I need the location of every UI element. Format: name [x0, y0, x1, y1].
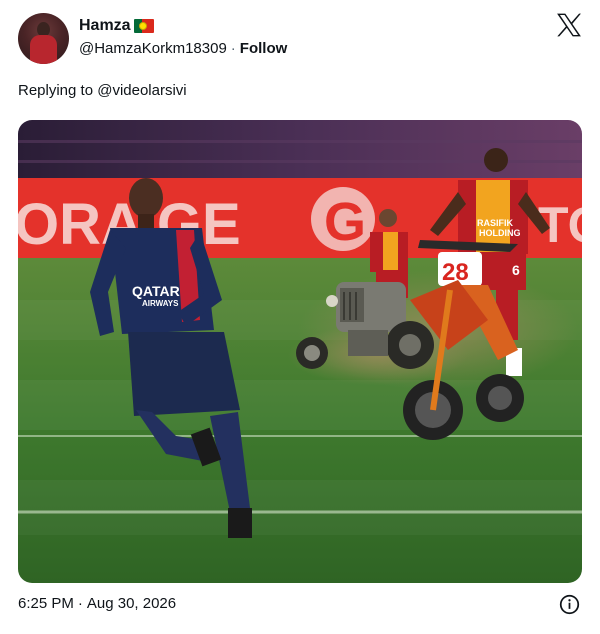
- football-edit-image: ORA GE G TO: [18, 120, 582, 583]
- psg-sponsor-line2: AIRWAYS: [142, 299, 179, 308]
- info-icon[interactable]: [559, 594, 580, 615]
- author-handle[interactable]: @HamzaKorkm18309: [79, 40, 227, 57]
- tweet-image[interactable]: ORA GE G TO: [18, 120, 582, 583]
- portugal-flag-icon: [133, 19, 154, 33]
- author-handle-row: @HamzaKorkm18309 · Follow: [79, 40, 287, 57]
- reply-prefix: Replying to: [18, 82, 94, 99]
- follow-button[interactable]: Follow: [240, 40, 288, 57]
- tweet-time: 6:25 PM: [18, 595, 74, 612]
- avatar[interactable]: [18, 13, 69, 64]
- author-name-row[interactable]: Hamza: [79, 17, 154, 35]
- avatar-jersey: [30, 35, 57, 64]
- tweet-timestamp[interactable]: 6:25 PM · Aug 30, 2026: [18, 595, 176, 612]
- timestamp-separator: ·: [77, 595, 83, 612]
- display-name[interactable]: Hamza: [79, 17, 131, 35]
- rider-number: 6: [512, 262, 520, 278]
- tweet-date: Aug 30, 2026: [86, 595, 177, 612]
- reply-context: Replying to @videolarsivi: [18, 82, 187, 99]
- psg-sponsor-line1: QATAR: [132, 283, 180, 299]
- separator-dot: ·: [230, 40, 236, 57]
- reply-to-handle[interactable]: @videolarsivi: [97, 82, 186, 99]
- svg-text:G: G: [324, 192, 366, 252]
- gala-sponsor-line2: HOLDING: [479, 228, 521, 238]
- x-logo-icon[interactable]: [556, 13, 582, 37]
- gala-sponsor-line1: RASIFIK: [477, 218, 514, 228]
